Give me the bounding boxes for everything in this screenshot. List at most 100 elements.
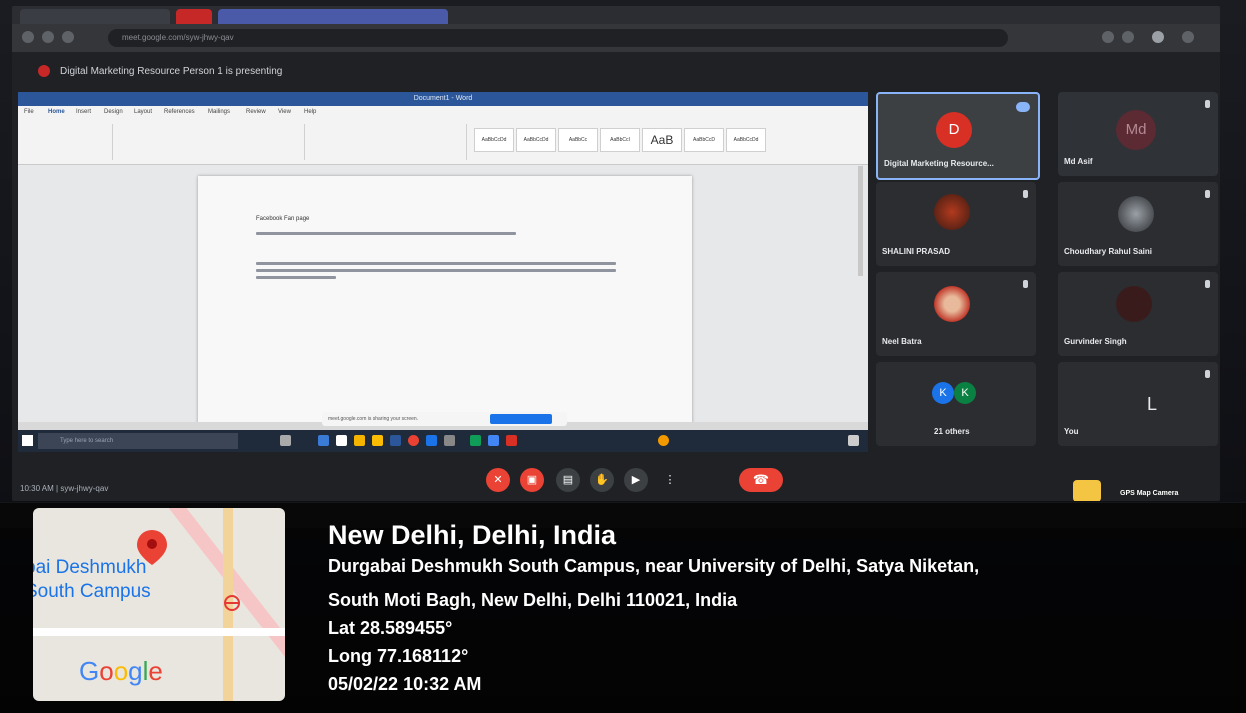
avatar	[1118, 196, 1154, 232]
folder-icon[interactable]	[354, 435, 365, 446]
mic-muted-icon	[1205, 280, 1210, 288]
reload-icon[interactable]	[62, 31, 74, 43]
forward-icon[interactable]	[42, 31, 54, 43]
taskbar-search-input[interactable]: Type here to search	[38, 433, 238, 449]
extension-icon[interactable]	[1122, 31, 1134, 43]
end-call-button[interactable]: ☎	[739, 468, 783, 492]
google-logo: Google	[79, 656, 163, 686]
back-icon[interactable]	[22, 31, 34, 43]
ribbon-tab[interactable]: Insert	[76, 109, 91, 115]
participant-name: Neel Batra	[882, 337, 922, 346]
map-pin-icon	[137, 530, 167, 565]
location-title: New Delhi, Delhi, India	[328, 520, 617, 550]
speaking-icon	[1016, 102, 1030, 112]
presenting-banner: Digital Marketing Resource Person 1 is p…	[60, 66, 283, 77]
extension-icon[interactable]	[1102, 31, 1114, 43]
stop-sharing-button[interactable]	[490, 414, 552, 424]
participant-name: Choudhary Rahul Saini	[1064, 247, 1153, 256]
style-emphasis[interactable]: AaBbCcDd	[726, 128, 766, 152]
app-icon[interactable]	[470, 435, 481, 446]
participant-tile[interactable]: Gurvinder Singh	[1058, 272, 1218, 356]
self-tile[interactable]: L You	[1058, 362, 1218, 446]
task-view-icon[interactable]	[280, 435, 291, 446]
mic-off-button[interactable]: ✕	[486, 468, 510, 492]
participant-tile[interactable]: SHALINI PRASAD	[876, 182, 1036, 266]
ribbon-tab[interactable]: References	[164, 109, 195, 115]
latitude: Lat 28.589455°	[328, 618, 453, 638]
style-title[interactable]: AaB	[642, 128, 682, 152]
participant-tile[interactable]: D Digital Marketing Resource...	[876, 92, 1040, 180]
ribbon-tab[interactable]: View	[278, 109, 291, 115]
ribbon-tab-home[interactable]: Home	[48, 109, 65, 115]
style-heading2[interactable]: AaBbCcI	[600, 128, 640, 152]
chrome-icon[interactable]	[408, 435, 419, 446]
screen-share-notice: meet.google.com is sharing your screen.	[322, 412, 567, 426]
profile-icon[interactable]	[1152, 31, 1164, 43]
ribbon-tab[interactable]: File	[24, 109, 34, 115]
app-icon[interactable]	[426, 435, 437, 446]
address-line-2: South Moti Bagh, New Delhi, Delhi 110021…	[328, 590, 738, 610]
mic-muted-icon	[1205, 100, 1210, 108]
address-bar-row: meet.google.com/syw-jhwy-qav	[12, 24, 1220, 52]
word-icon[interactable]	[390, 435, 401, 446]
document-page[interactable]: Facebook Fan page	[198, 176, 692, 430]
settings-icon[interactable]	[444, 435, 455, 446]
participant-tile[interactable]: Neel Batra	[876, 272, 1036, 356]
windows-start-icon[interactable]	[22, 435, 33, 446]
participant-name: Md Asif	[1064, 157, 1093, 166]
style-normal[interactable]: AaBbCcDd	[474, 128, 514, 152]
menu-icon[interactable]	[1182, 31, 1194, 43]
notification-icon[interactable]	[848, 435, 859, 446]
camera-off-button[interactable]: ▣	[520, 468, 544, 492]
avatar: D	[936, 112, 972, 148]
doc-heading: Facebook Fan page	[256, 216, 310, 222]
edge-icon[interactable]	[318, 435, 329, 446]
present-button[interactable]: ▶	[624, 468, 648, 492]
map-thumbnail: bai Deshmukh South Campus Google	[33, 508, 285, 701]
mail-icon[interactable]	[372, 435, 383, 446]
meet-control-bar: 10:30 AM | syw-jhwy-qav ✕ ▣ ▤ ✋ ▶ ⋮ ☎ GP…	[12, 452, 1220, 501]
avatar: K	[932, 382, 954, 404]
participant-name: Digital Marketing Resource...	[884, 159, 994, 168]
doc-text-line	[256, 269, 616, 272]
avatar	[934, 286, 970, 322]
weather-icon[interactable]	[658, 435, 669, 446]
raise-hand-button[interactable]: ✋	[590, 468, 614, 492]
avatar	[934, 194, 970, 230]
mic-muted-icon	[1205, 190, 1210, 198]
app-icon[interactable]	[488, 435, 499, 446]
font-group	[114, 124, 305, 160]
file-explorer-icon[interactable]	[336, 435, 347, 446]
browser-tab[interactable]	[20, 9, 170, 24]
style-no-spacing[interactable]: AaBbCcDd	[516, 128, 556, 152]
ribbon-tab[interactable]: Mailings	[208, 109, 230, 115]
ribbon-tab[interactable]: Design	[104, 109, 123, 115]
timestamp: 05/02/22 10:32 AM	[328, 674, 482, 694]
avatar	[1116, 286, 1152, 322]
word-title-bar: Document1 - Word	[18, 92, 868, 106]
browser-tab-recording[interactable]	[176, 9, 212, 24]
others-count: 21 others	[934, 427, 970, 436]
app-icon[interactable]	[506, 435, 517, 446]
browser-tab-meet[interactable]	[218, 9, 448, 24]
url-field[interactable]: meet.google.com/syw-jhwy-qav	[108, 29, 1008, 47]
ribbon-tab[interactable]: Review	[246, 109, 266, 115]
word-scrollbar[interactable]	[858, 166, 863, 276]
captions-button[interactable]: ▤	[556, 468, 580, 492]
shared-word-window: Document1 - Word File Home Insert Design…	[18, 92, 868, 430]
more-options-button[interactable]: ⋮	[658, 468, 682, 492]
style-heading1[interactable]: AaBbCc	[558, 128, 598, 152]
ribbon-tab[interactable]: Help	[304, 109, 316, 115]
clipboard-group	[22, 124, 113, 160]
style-subtitle[interactable]: AaBbCcD	[684, 128, 724, 152]
doc-text-line	[256, 232, 516, 235]
doc-text-line	[256, 262, 616, 265]
participant-tile[interactable]: Md Md Asif	[1058, 92, 1218, 176]
gps-camera-logo-icon	[1073, 480, 1101, 501]
others-tile[interactable]: K K 21 others	[876, 362, 1036, 446]
ribbon-tab[interactable]: Layout	[134, 109, 152, 115]
participant-tile[interactable]: Choudhary Rahul Saini	[1058, 182, 1218, 266]
windows-taskbar: Type here to search	[18, 430, 868, 452]
longitude: Long 77.168112°	[328, 646, 469, 666]
laptop-screen: meet.google.com/syw-jhwy-qav Digital Mar…	[12, 6, 1220, 501]
